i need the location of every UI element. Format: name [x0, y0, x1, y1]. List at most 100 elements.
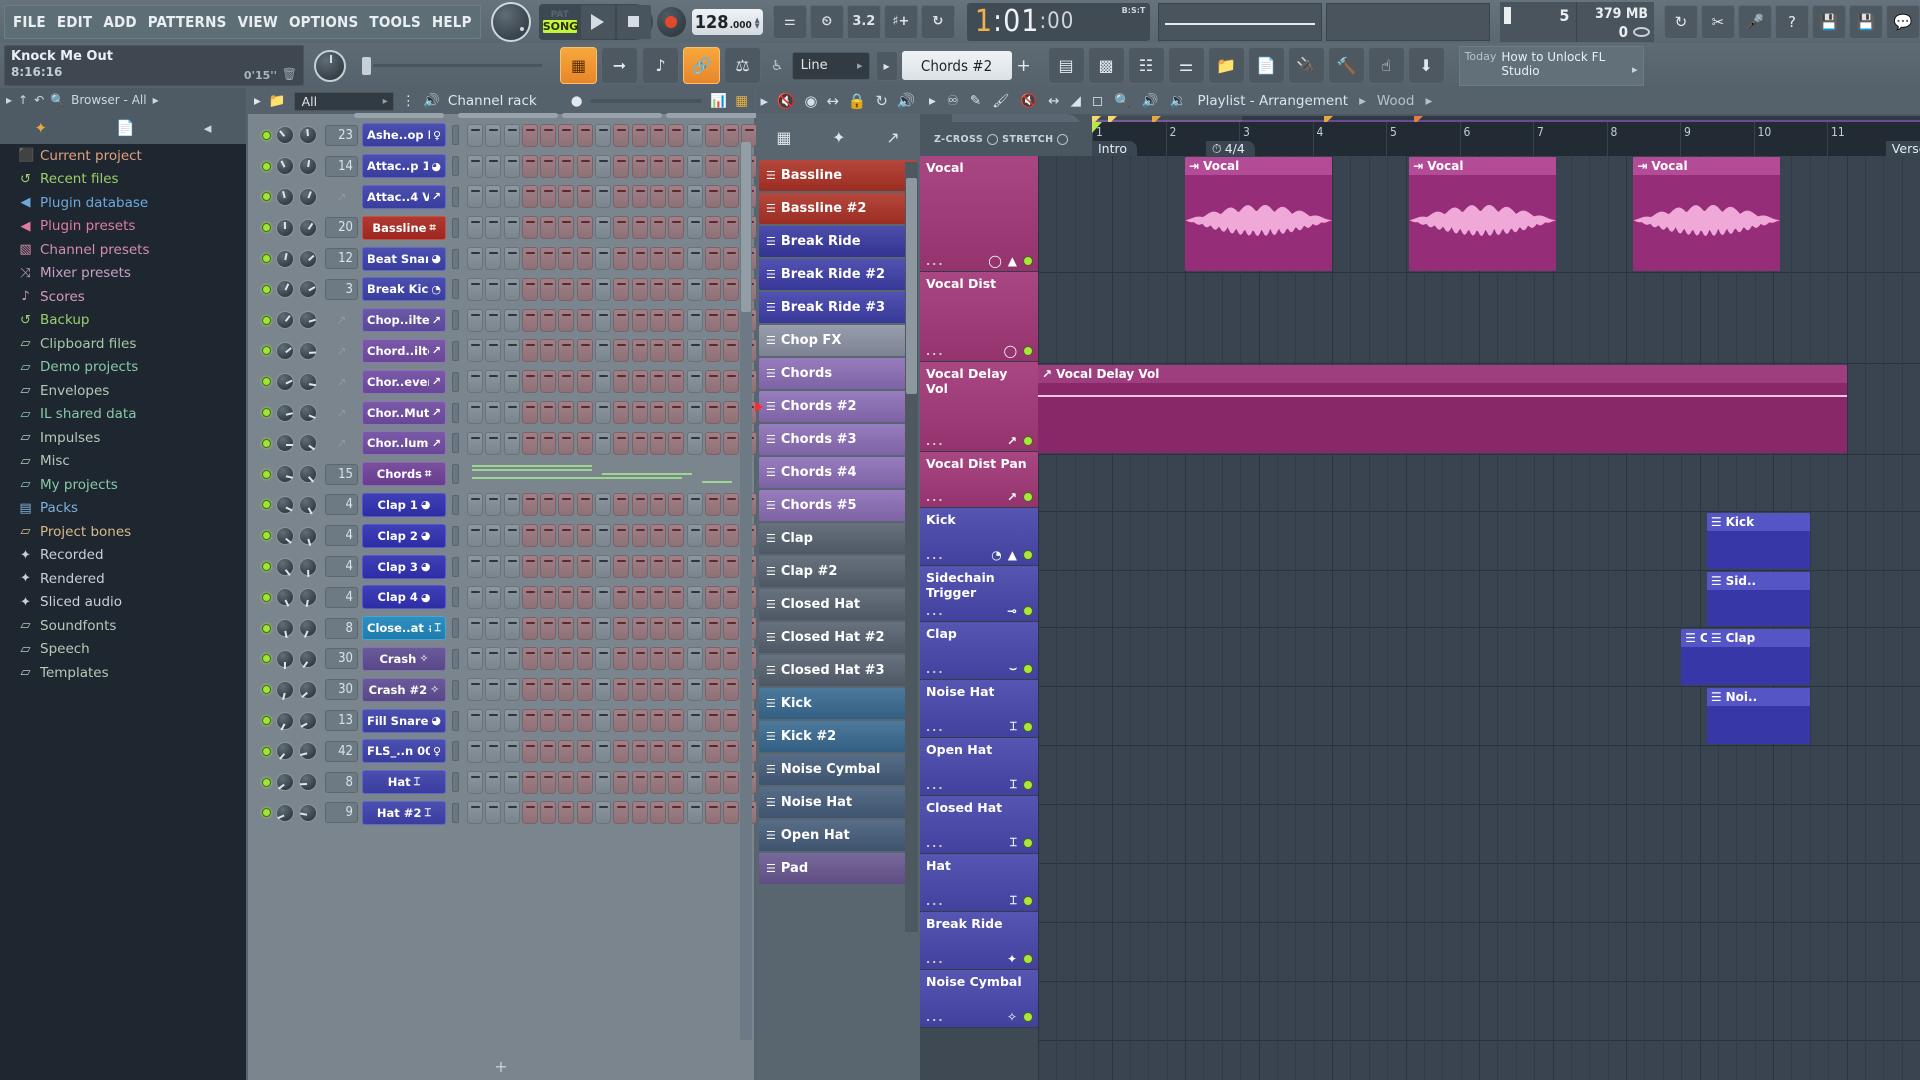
channel-row[interactable]: 8Close..at #4⌶: [254, 613, 748, 644]
playlist-clip[interactable]: ↗Vocal Delay Vol: [1038, 365, 1847, 453]
pattern-item[interactable]: ☰Break Ride: [759, 226, 917, 257]
step-button[interactable]: [595, 617, 611, 640]
step-button[interactable]: [595, 586, 611, 609]
rack-folder-icon[interactable]: 📁: [269, 93, 286, 109]
step-button[interactable]: [632, 432, 648, 455]
step-button[interactable]: [577, 586, 593, 609]
channel-pan-knob[interactable]: [276, 619, 294, 637]
channel-pan-knob[interactable]: [276, 742, 294, 760]
step-button[interactable]: [613, 617, 629, 640]
step-sequencer-row[interactable]: [467, 155, 757, 178]
step-button[interactable]: [705, 185, 721, 208]
select-icon[interactable]: ◻: [1092, 93, 1103, 109]
channel-name-button[interactable]: Chop..ilter↗: [362, 308, 446, 332]
step-button[interactable]: [577, 771, 593, 794]
playlist-track-header[interactable]: Closed Hat...⌶: [920, 796, 1038, 854]
step-button[interactable]: [522, 309, 538, 332]
step-button[interactable]: [467, 401, 483, 424]
clip-header[interactable]: ⇥Vocal: [1409, 157, 1556, 175]
channel-row[interactable]: 30Crash #2✧: [254, 674, 748, 705]
step-button[interactable]: [540, 247, 556, 270]
step-button[interactable]: [504, 493, 520, 516]
clip-header[interactable]: ☰Sid..: [1707, 572, 1810, 590]
step-button[interactable]: [522, 124, 538, 147]
step-button[interactable]: [595, 771, 611, 794]
channel-volume-knob[interactable]: [299, 588, 317, 606]
channel-name-button[interactable]: FLS_..n 001♀: [362, 739, 446, 763]
step-button[interactable]: [632, 401, 648, 424]
pattern-menu-icon[interactable]: ☰: [766, 169, 776, 182]
step-button[interactable]: [723, 555, 739, 578]
arrangement-name[interactable]: Wood: [1377, 93, 1415, 109]
step-button[interactable]: [540, 185, 556, 208]
step-button[interactable]: [650, 401, 666, 424]
channel-grip[interactable]: [452, 587, 459, 607]
browser-forward-icon[interactable]: ▸: [153, 93, 159, 107]
playlist-track-header[interactable]: Break Ride...✦: [920, 912, 1038, 970]
step-button[interactable]: [467, 493, 483, 516]
step-button[interactable]: [723, 678, 739, 701]
step-button[interactable]: [595, 801, 611, 824]
channel-enable-led[interactable]: [262, 531, 271, 540]
step-button[interactable]: [577, 216, 593, 239]
step-button[interactable]: [687, 771, 703, 794]
channel-volume-knob[interactable]: [299, 804, 317, 822]
step-button[interactable]: [613, 586, 629, 609]
step-button[interactable]: [687, 339, 703, 362]
step-button[interactable]: [558, 278, 574, 301]
step-button[interactable]: [613, 278, 629, 301]
step-button[interactable]: [558, 586, 574, 609]
step-button[interactable]: [632, 771, 648, 794]
step-button[interactable]: [504, 709, 520, 732]
channel-enable-led[interactable]: [262, 593, 271, 602]
step-button[interactable]: [668, 432, 684, 455]
channel-enable-led[interactable]: [262, 654, 271, 663]
picker-mute-icon[interactable]: 🔇: [777, 92, 796, 110]
step-button[interactable]: [558, 185, 574, 208]
sidechain-icon[interactable]: ⊸: [1007, 604, 1017, 618]
slider-track[interactable]: [373, 64, 542, 67]
step-button[interactable]: [595, 278, 611, 301]
step-button[interactable]: [668, 524, 684, 547]
step-button[interactable]: [705, 309, 721, 332]
step-button[interactable]: [504, 339, 520, 362]
channel-name-button[interactable]: Chor..lume↗: [362, 431, 446, 455]
rack-scroll-thumb[interactable]: [741, 142, 751, 312]
step-button[interactable]: [467, 370, 483, 393]
channel-grip[interactable]: [452, 125, 459, 145]
channel-grip[interactable]: [452, 341, 459, 361]
pattern-menu-icon[interactable]: ☰: [766, 301, 776, 314]
step-button[interactable]: [613, 185, 629, 208]
channel-grip[interactable]: [452, 618, 459, 638]
channel-mixer-track[interactable]: 23: [325, 125, 358, 146]
channel-name-button[interactable]: Chord..ilter↗: [362, 339, 446, 363]
channel-grip[interactable]: [452, 526, 459, 546]
step-button[interactable]: [650, 432, 666, 455]
step-button[interactable]: [577, 124, 593, 147]
track-slider[interactable]: ...: [926, 953, 945, 966]
step-button[interactable]: [467, 740, 483, 763]
step-button[interactable]: [687, 216, 703, 239]
clip-header[interactable]: ☰Noi..: [1707, 688, 1810, 706]
channel-volume-knob[interactable]: [299, 219, 317, 237]
channel-row[interactable]: 20Bassline⌗: [254, 212, 748, 243]
step-button[interactable]: [687, 740, 703, 763]
pattern-menu-icon[interactable]: ☰: [766, 433, 776, 446]
step-button[interactable]: [668, 247, 684, 270]
step-button[interactable]: [687, 647, 703, 670]
ride-icon[interactable]: ✦: [1007, 952, 1017, 966]
step-button[interactable]: [540, 801, 556, 824]
step-sequencer-row[interactable]: [467, 370, 757, 393]
step-button[interactable]: [577, 709, 593, 732]
channel-volume-knob[interactable]: [299, 712, 317, 730]
rack-vertical-scrollbar[interactable]: [740, 142, 752, 1040]
track-enable-led[interactable]: [1023, 780, 1033, 790]
paint-icon[interactable]: 🖌: [992, 93, 1009, 109]
step-button[interactable]: [522, 339, 538, 362]
step-button[interactable]: [540, 124, 556, 147]
cymbal-icon[interactable]: ✧: [1007, 1010, 1017, 1024]
channel-row[interactable]: ↗Chor..Mute↗: [254, 397, 748, 428]
step-button[interactable]: [650, 771, 666, 794]
step-button[interactable]: [687, 247, 703, 270]
step-button[interactable]: [540, 493, 556, 516]
